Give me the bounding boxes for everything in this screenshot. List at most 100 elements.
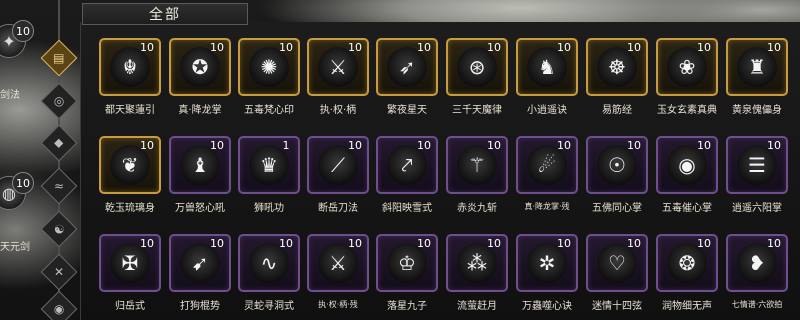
category-swirl[interactable]: ☯ (40, 210, 78, 248)
skill-card[interactable]: ☸ 10 易筋经 (586, 38, 648, 120)
skill-level-badge: 10 (487, 237, 501, 250)
skill-card[interactable]: ◉ 10 五毒催心掌 (656, 136, 718, 218)
diamond-icon: ◆ (54, 135, 64, 150)
skill-level-badge: 10 (140, 237, 154, 250)
skill-card[interactable]: ∿ 10 灵蛇寻洞式 (238, 234, 300, 316)
skill-card[interactable]: ⚔ 10 执·权·柄 (307, 38, 369, 120)
skill-card[interactable]: ♛ 1 狮吼功 (238, 136, 300, 218)
skill-level-badge: 10 (697, 237, 711, 250)
skill-level-badge: 10 (348, 139, 362, 152)
skill-card[interactable]: ✲ 10 万蟲噬心诀 (516, 234, 578, 316)
skill-name: 真·降龙掌 (178, 105, 222, 116)
skill-level-badge: 10 (487, 139, 501, 152)
skill-level-badge: 10 (348, 237, 362, 250)
skill-name: 玉女玄素真典 (657, 105, 717, 116)
left-sidebar: ✦ 10 剑法 ◍ 10 天元剑 ▤ ◎ ◆ ≈ ☯ ✕ ◉ (0, 0, 80, 320)
skill-name: 赤炎九斩 (457, 203, 497, 214)
skill-level-badge: 10 (417, 139, 431, 152)
equipped-level-badge: 10 (12, 20, 34, 42)
skill-card[interactable]: ⟋ 10 断岳刀法 (307, 136, 369, 218)
skill-card[interactable]: ➶ 10 繁夜星天 (376, 38, 438, 120)
skill-level-badge: 10 (627, 139, 641, 152)
skill-frame: ☄ 10 (516, 136, 578, 194)
category-diamond[interactable]: ◆ (40, 124, 78, 162)
skill-card[interactable]: ❀ 10 玉女玄素真典 (656, 38, 718, 120)
skill-card[interactable]: ⚔ 10 执·权·柄·残 (307, 234, 369, 316)
skill-frame: ♜ 10 (726, 38, 788, 96)
skill-level-badge: 10 (279, 237, 293, 250)
skill-name: 黄泉傀儡身 (732, 105, 782, 116)
skill-level-badge: 10 (210, 237, 224, 250)
skill-frame: ❦ 10 (99, 136, 161, 194)
skill-card[interactable]: ☬ 10 都天聚蓮引 (99, 38, 161, 120)
equipped-skill-name: 天元剑 (0, 242, 30, 253)
skill-name: 七情谱·六欲拍 (731, 300, 783, 309)
skill-name: 都天聚蓮引 (105, 105, 155, 116)
skill-level-badge: 10 (557, 139, 571, 152)
swirl-icon: ☯ (53, 221, 65, 236)
skill-frame: ☸ 10 (586, 38, 648, 96)
skill-card[interactable]: ♝ 10 万兽怒心吼 (169, 136, 231, 218)
skill-frame: ❂ 10 (656, 234, 718, 292)
skill-frame: ♡ 10 (586, 234, 648, 292)
skill-name: 万蟲噬心诀 (522, 301, 572, 312)
skill-frame: ⚚ 10 (446, 136, 508, 194)
skill-frame: ♞ 10 (516, 38, 578, 96)
skill-name: 万兽怒心吼 (175, 203, 225, 214)
skill-name: 断岳刀法 (318, 203, 358, 214)
skill-name: 落星九子 (387, 301, 427, 312)
skill-card[interactable]: ❂ 10 润物细无声 (656, 234, 718, 316)
skill-frame: ➶ 10 (376, 38, 438, 96)
skill-level-badge: 10 (348, 41, 362, 54)
skill-name: 狮吼功 (254, 203, 284, 214)
skill-frame: ❥ 10 (726, 234, 788, 292)
skill-name: 润物细无声 (662, 301, 712, 312)
skill-card[interactable]: ☰ 10 逍遥六阳掌 (726, 136, 788, 218)
equipped-skill-1[interactable]: ✦ 10 剑法 (0, 20, 40, 101)
skill-card[interactable]: ❥ 10 七情谱·六欲拍 (726, 234, 788, 316)
skill-name: 执·权·柄 (319, 105, 357, 116)
category-book[interactable]: ▤ (40, 39, 78, 77)
category-eye[interactable]: ◉ (40, 290, 78, 320)
skill-card[interactable]: ✠ 10 归岳式 (99, 234, 161, 316)
skill-level-badge: 10 (417, 237, 431, 250)
skill-card[interactable]: ♞ 10 小逍遥诀 (516, 38, 578, 120)
skill-card[interactable]: ☉ 10 五佛同心掌 (586, 136, 648, 218)
equipped-skill-2[interactable]: ◍ 10 天元剑 (0, 172, 40, 253)
skill-frame: ♛ 1 (238, 136, 300, 194)
skill-level-badge: 10 (767, 139, 781, 152)
skill-level-badge: 10 (697, 139, 711, 152)
skill-card[interactable]: ⤤ 10 斜阳映雪式 (376, 136, 438, 218)
skill-card[interactable]: ✺ 10 五毒梵心印 (238, 38, 300, 120)
skill-frame: ⚔ 10 (307, 38, 369, 96)
skill-card[interactable]: ♔ 10 落星九子 (376, 234, 438, 316)
skill-card[interactable]: ✪ 10 真·降龙掌 (169, 38, 231, 120)
eye-icon: ◉ (53, 301, 65, 316)
skill-card[interactable]: ❦ 10 乾玉琉璃身 (99, 136, 161, 218)
blade-icon: ✕ (53, 265, 65, 279)
skill-name: 迷情十四弦 (592, 301, 642, 312)
skill-frame: ➹ 10 (169, 234, 231, 292)
category-header-tab[interactable]: 全部 (82, 3, 248, 25)
skill-frame: ☬ 10 (99, 38, 161, 96)
skill-level-badge: 10 (140, 139, 154, 152)
category-claw[interactable]: ≈ (40, 167, 78, 205)
skill-level-badge: 10 (279, 41, 293, 54)
book-icon: ▤ (53, 51, 65, 65)
skill-card[interactable]: ⊛ 10 三千天魔律 (446, 38, 508, 120)
skill-card[interactable]: ♜ 10 黄泉傀儡身 (726, 38, 788, 120)
skill-card[interactable]: ☄ 10 真·降龙掌·残 (516, 136, 578, 218)
skill-name: 易筋经 (602, 105, 632, 116)
skill-name: 小逍遥诀 (527, 105, 567, 116)
claw-icon: ≈ (53, 179, 65, 193)
skill-level-badge: 1 (282, 139, 290, 152)
skill-card[interactable]: ⚚ 10 赤炎九斩 (446, 136, 508, 218)
skill-card[interactable]: ➹ 10 打狗棍势 (169, 234, 231, 316)
skill-card[interactable]: ⁂ 10 流萤赶月 (446, 234, 508, 316)
skill-level-badge: 10 (627, 41, 641, 54)
skill-frame: ❀ 10 (656, 38, 718, 96)
skill-name: 三千天魔律 (452, 105, 502, 116)
category-blade[interactable]: ✕ (40, 253, 78, 291)
skill-card[interactable]: ♡ 10 迷情十四弦 (586, 234, 648, 316)
category-palm[interactable]: ◎ (40, 82, 78, 120)
